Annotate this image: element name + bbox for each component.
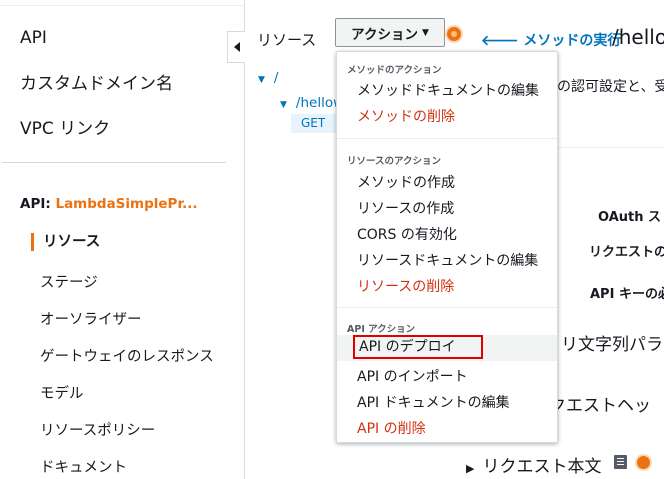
menu-divider <box>337 138 557 139</box>
method-execution-link[interactable]: 🡐 メソッドの実行 <box>481 30 621 50</box>
nav-divider <box>2 162 226 163</box>
query-string-section[interactable]: リ文字列パラ <box>561 330 663 355</box>
api-title: API: LambdaSimplePr... <box>20 196 198 212</box>
book-icon[interactable] <box>614 455 627 469</box>
oauth-scope-label: OAuth ス <box>598 210 662 225</box>
menu-item-deploy-api[interactable]: API のデプロイ <box>353 335 483 359</box>
menu-item-edit-resource-docs[interactable]: リソースドキュメントの編集 <box>357 250 538 270</box>
request-body-label: リクエスト本文 <box>482 457 602 477</box>
menu-item-enable-cors[interactable]: CORS の有効化 <box>357 224 457 244</box>
menu-header-api-actions: API アクション <box>347 324 416 335</box>
auth-description: の認可設定と、受 <box>557 79 664 95</box>
request-validator-label: リクエストの <box>589 245 664 260</box>
nav-item-gateway-responses[interactable]: ゲートウェイのレスポンス <box>40 345 214 366</box>
resources-title: リソース <box>257 31 317 49</box>
left-navigation: API カスタムドメイン名 VPC リンク API: LambdaSimpleP… <box>0 0 245 479</box>
expand-triangle-icon[interactable]: ▶ <box>466 462 474 475</box>
menu-item-edit-api-docs[interactable]: API ドキュメントの編集 <box>357 392 510 412</box>
expand-triangle-icon[interactable]: ▼ <box>258 75 265 85</box>
arrow-left-icon: 🡐 <box>481 33 519 49</box>
caret-down-icon: ▼ <box>421 27 429 38</box>
expand-triangle-icon[interactable]: ▼ <box>280 100 287 110</box>
menu-divider <box>337 307 557 308</box>
tree-node-hellow[interactable]: ▼/hellow <box>280 95 344 111</box>
menu-item-import-api[interactable]: API のインポート <box>357 366 468 386</box>
method-path-title: /hello <box>612 25 664 49</box>
tree-node-root[interactable]: ▼ / <box>258 70 278 86</box>
api-name[interactable]: LambdaSimplePr... <box>55 196 197 212</box>
menu-header-resource-actions: リソースのアクション <box>347 156 442 167</box>
method-execution-label: メソッドの実行 <box>523 33 622 49</box>
menu-item-delete-method[interactable]: メソッドの削除 <box>357 106 455 126</box>
menu-item-delete-resource[interactable]: リソースの削除 <box>357 276 454 296</box>
tree-node-root-label: / <box>273 70 279 86</box>
menu-item-create-method[interactable]: メソッドの作成 <box>357 172 455 192</box>
api-key-required-label: API キーの必 <box>590 287 664 302</box>
nav-item-models[interactable]: モデル <box>40 382 84 403</box>
nav-item-documentation[interactable]: ドキュメント <box>40 456 127 477</box>
info-dot-icon[interactable] <box>447 27 461 41</box>
menu-item-delete-api[interactable]: API の削除 <box>357 418 426 438</box>
detail-divider <box>557 147 664 148</box>
menu-item-create-resource[interactable]: リソースの作成 <box>357 198 454 218</box>
nav-item-authorizers[interactable]: オーソライザー <box>40 308 142 329</box>
actions-button-label: アクション <box>351 26 418 43</box>
nav-top-divider <box>0 0 245 6</box>
menu-item-edit-method-docs[interactable]: メソッドドキュメントの編集 <box>357 80 539 100</box>
nav-item-stages[interactable]: ステージ <box>40 271 98 292</box>
nav-item-vpc-link[interactable]: VPC リンク <box>20 114 110 139</box>
tree-method-get[interactable]: GET <box>291 114 337 133</box>
menu-header-method-actions: メソッドのアクション <box>347 65 442 76</box>
info-dot-icon[interactable] <box>637 456 650 469</box>
caret-left-icon <box>233 42 240 52</box>
request-headers-section[interactable]: クエストヘッ <box>549 391 651 416</box>
nav-item-resource-policy[interactable]: リソースポリシー <box>40 419 155 440</box>
collapse-nav-button[interactable] <box>227 31 245 63</box>
actions-dropdown-button[interactable]: アクション ▼ <box>335 18 445 47</box>
request-body-section[interactable]: ▶ リクエスト本文 <box>466 452 601 477</box>
nav-item-resources[interactable]: リソース <box>31 233 100 251</box>
api-title-prefix: API: <box>20 196 56 212</box>
nav-item-custom-domain[interactable]: カスタムドメイン名 <box>20 69 173 94</box>
nav-item-api[interactable]: API <box>20 28 47 48</box>
actions-menu: メソッドのアクション メソッドドキュメントの編集 メソッドの削除 リソースのアク… <box>336 51 558 443</box>
